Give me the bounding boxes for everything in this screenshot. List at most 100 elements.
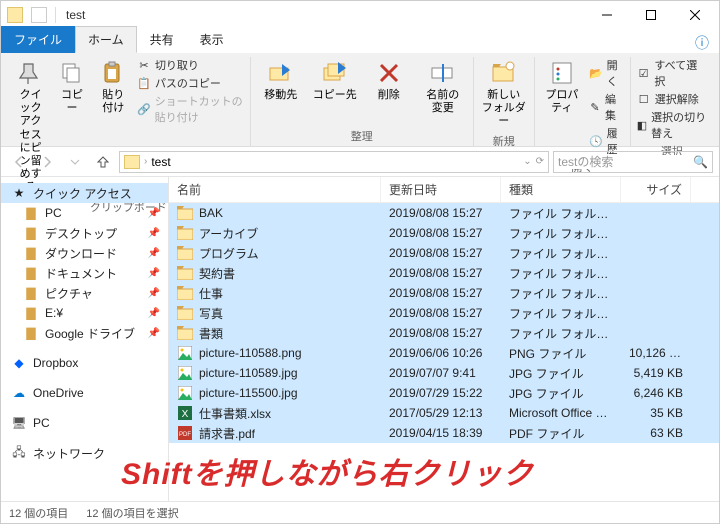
col-size[interactable]: サイズ: [621, 177, 691, 202]
image-icon: [177, 366, 193, 380]
ribbon: クイック アクセス にピン留めする コピー 貼り付け ✂切り取り 📋パスのコピー…: [1, 53, 719, 147]
moveto-button[interactable]: 移動先: [257, 57, 305, 104]
sidebar-quick-access[interactable]: ★ クイック アクセス: [1, 183, 168, 203]
edit-icon: ✎: [589, 100, 601, 114]
breadcrumb[interactable]: › test ⌄ ⟳: [119, 151, 549, 173]
help-icon[interactable]: ⓘ: [695, 33, 709, 53]
nav-dropdown-button[interactable]: [63, 150, 87, 174]
file-row[interactable]: X仕事書類.xlsx2017/05/29 12:13Microsoft Offi…: [169, 403, 719, 423]
copy-button[interactable]: コピー: [54, 57, 89, 117]
sidebar-pc[interactable]: 🖥PC: [1, 413, 168, 433]
folder-icon: [124, 155, 140, 169]
sidebar-item[interactable]: ▇ドキュメント📌: [1, 263, 168, 283]
tab-share[interactable]: 共有: [137, 26, 187, 53]
file-row[interactable]: 書類2019/08/08 15:27ファイル フォルダー: [169, 323, 719, 343]
pin-icon: 📌: [148, 308, 160, 319]
sidebar-item[interactable]: ▇PC📌: [1, 203, 168, 223]
file-row[interactable]: アーカイブ2019/08/08 15:27ファイル フォルダー: [169, 223, 719, 243]
file-size: [621, 292, 691, 294]
tab-view[interactable]: 表示: [187, 26, 237, 53]
open-button[interactable]: 📂開く: [589, 57, 624, 89]
dropbox-icon: ◆: [11, 356, 27, 370]
overlay-instruction: Shiftを押しながら右クリック: [121, 449, 534, 493]
close-button[interactable]: [673, 1, 717, 29]
file-row[interactable]: picture-110588.png2019/06/06 10:26PNG ファ…: [169, 343, 719, 363]
refresh-icon[interactable]: ⟳: [536, 156, 544, 167]
chevron-down-icon[interactable]: ⌄: [523, 156, 531, 167]
file-type: ファイル フォルダー: [501, 284, 621, 303]
group-clipboard: クイック アクセス にピン留めする コピー 貼り付け ✂切り取り 📋パスのコピー…: [7, 57, 251, 146]
col-type[interactable]: 種類: [501, 177, 621, 202]
sidebar-item[interactable]: ▇ダウンロード📌: [1, 243, 168, 263]
col-name[interactable]: 名前: [169, 177, 381, 202]
file-row[interactable]: 仕事2019/08/08 15:27ファイル フォルダー: [169, 283, 719, 303]
nav-up-button[interactable]: [91, 150, 115, 174]
select-invert-button[interactable]: ◧選択の切り替え: [637, 109, 707, 141]
file-name: 請求書.pdf: [199, 425, 255, 442]
maximize-button[interactable]: [629, 1, 673, 29]
file-row[interactable]: 写真2019/08/08 15:27ファイル フォルダー: [169, 303, 719, 323]
file-name: BAK: [199, 206, 223, 220]
pin-quickaccess-button[interactable]: クイック アクセス にピン留めする: [13, 57, 48, 197]
group-open: プロパティ 📂開く ✎編集 🕓履歴 開く: [535, 57, 631, 146]
paste-shortcut-button[interactable]: 🔗ショートカットの貼り付け: [137, 93, 244, 125]
breadcrumb-item[interactable]: test: [151, 155, 170, 169]
file-row[interactable]: BAK2019/08/08 15:27ファイル フォルダー: [169, 203, 719, 223]
file-size: [621, 232, 691, 234]
rename-button[interactable]: 名前の 変更: [419, 57, 467, 117]
sidebar-item[interactable]: ▇デスクトップ📌: [1, 223, 168, 243]
nav-forward-button[interactable]: [35, 150, 59, 174]
file-size: [621, 272, 691, 274]
address-bar: › test ⌄ ⟳ 🔍: [1, 147, 719, 177]
properties-button[interactable]: プロパティ: [541, 57, 583, 117]
delete-button[interactable]: 削除: [365, 57, 413, 104]
file-name: 契約書: [199, 265, 235, 282]
file-date: 2019/08/08 15:27: [381, 305, 501, 321]
paste-button[interactable]: 貼り付け: [96, 57, 131, 117]
select-none-button[interactable]: ☐選択解除: [637, 91, 707, 107]
window-title: test: [66, 8, 85, 22]
sidebar-dropbox[interactable]: ◆Dropbox: [1, 353, 168, 373]
file-name: アーカイブ: [199, 225, 258, 242]
file-size: 35 KB: [621, 405, 691, 421]
sidebar-onedrive[interactable]: ☁OneDrive: [1, 383, 168, 403]
col-date[interactable]: 更新日時: [381, 177, 501, 202]
status-count: 12 個の項目: [9, 505, 68, 521]
nav-back-button[interactable]: [7, 150, 31, 174]
file-row[interactable]: プログラム2019/08/08 15:27ファイル フォルダー: [169, 243, 719, 263]
tab-home[interactable]: ホーム: [75, 26, 137, 53]
select-all-button[interactable]: ☑すべて選択: [637, 57, 707, 89]
file-size: [621, 212, 691, 214]
new-folder-button[interactable]: 新しい フォルダー: [480, 57, 528, 131]
file-name: 書類: [199, 325, 223, 342]
chevron-right-icon: ›: [144, 156, 147, 167]
copyto-button[interactable]: コピー先: [311, 57, 359, 104]
open-icon: 📂: [589, 66, 603, 80]
copy-path-button[interactable]: 📋パスのコピー: [137, 75, 244, 91]
paste-icon: [99, 59, 127, 87]
search-box[interactable]: 🔍: [553, 151, 713, 173]
image-icon: [177, 386, 193, 400]
file-row[interactable]: PDF請求書.pdf2019/04/15 18:39PDF ファイル63 KB: [169, 423, 719, 443]
onedrive-icon: ☁: [11, 386, 27, 400]
sidebar-item[interactable]: ▇Google ドライブ📌: [1, 323, 168, 343]
cut-button[interactable]: ✂切り取り: [137, 57, 244, 73]
pin-icon: 📌: [148, 288, 160, 299]
search-input[interactable]: [558, 155, 693, 169]
file-row[interactable]: picture-115500.jpg2019/07/29 15:22JPG ファ…: [169, 383, 719, 403]
file-name: picture-110589.jpg: [199, 366, 298, 380]
folder-icon: [177, 266, 193, 280]
pin-icon: 📌: [148, 228, 160, 239]
file-type: JPG ファイル: [501, 384, 621, 403]
sidebar-item[interactable]: ▇E:¥📌: [1, 303, 168, 323]
file-row[interactable]: picture-110589.jpg2019/07/07 9:41JPG ファイ…: [169, 363, 719, 383]
properties-icon: [548, 59, 576, 87]
search-icon[interactable]: 🔍: [693, 155, 708, 169]
file-row[interactable]: 契約書2019/08/08 15:27ファイル フォルダー: [169, 263, 719, 283]
sidebar-item[interactable]: ▇ピクチャ📌: [1, 283, 168, 303]
new-folder-icon: [490, 59, 518, 87]
edit-button[interactable]: ✎編集: [589, 91, 624, 123]
file-name: プログラム: [199, 245, 259, 262]
tab-file[interactable]: ファイル: [1, 26, 75, 53]
minimize-button[interactable]: [585, 1, 629, 29]
